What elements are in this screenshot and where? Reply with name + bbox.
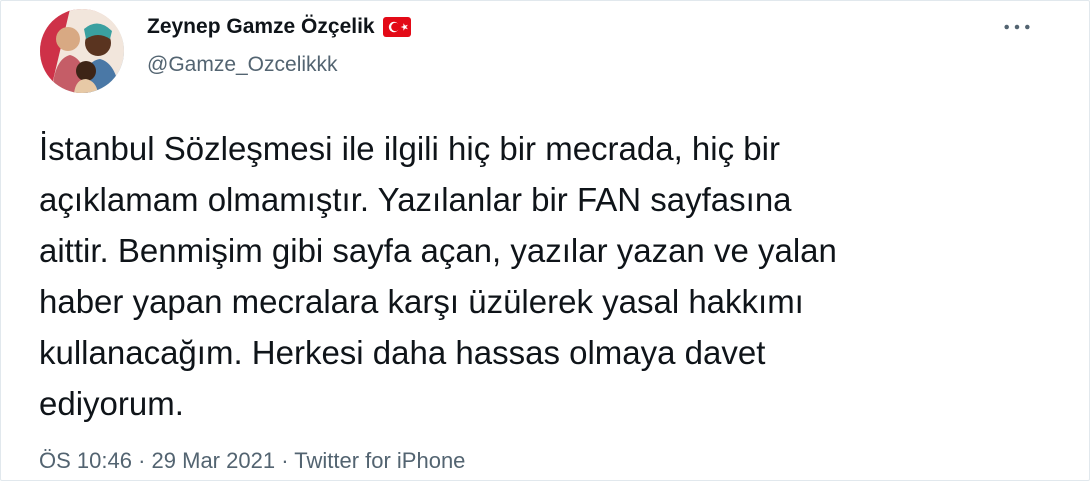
more-options-icon[interactable] <box>1001 15 1033 39</box>
author-name-row[interactable]: Zeynep Gamze Özçelik <box>147 15 411 39</box>
tweet-card: Zeynep Gamze Özçelik @Gamze_Ozcelikkk İs… <box>0 0 1090 481</box>
tweet-text: İstanbul Sözleşmesi ile ilgili hiç bir m… <box>39 130 837 422</box>
tweet-metadata: ÖS 10:46 · 29 Mar 2021 · Twitter for iPh… <box>39 448 465 474</box>
avatar[interactable] <box>40 9 124 93</box>
author-display-name[interactable]: Zeynep Gamze Özçelik <box>147 15 375 39</box>
tweet-time[interactable]: ÖS 10:46 <box>39 448 132 473</box>
tweet-source[interactable]: Twitter for iPhone <box>294 448 465 473</box>
separator: · <box>138 448 146 473</box>
author-handle[interactable]: @Gamze_Ozcelikkk <box>147 53 338 77</box>
avatar-image <box>40 9 124 93</box>
tweet-date[interactable]: 29 Mar 2021 <box>152 448 276 473</box>
turkey-flag-icon <box>382 17 411 37</box>
separator: · <box>281 448 289 473</box>
